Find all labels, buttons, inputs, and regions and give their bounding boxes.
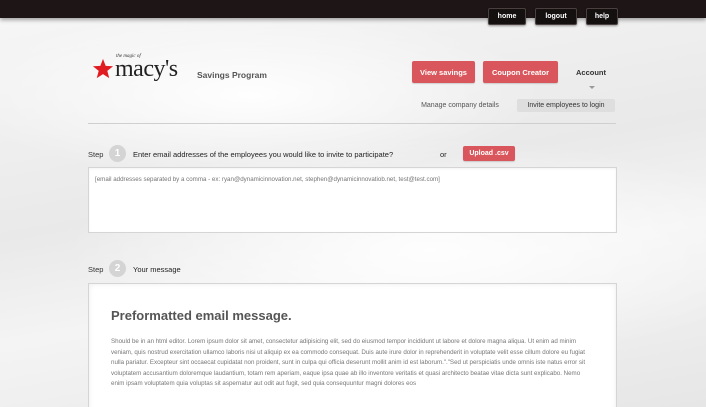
logo-wordmark: macy's (115, 56, 178, 82)
account-menu[interactable]: Account (566, 61, 616, 83)
step1-instructions: Enter email addresses of the employees y… (133, 150, 394, 159)
message-editor[interactable]: Preformatted email message. Should be in… (88, 283, 617, 407)
divider (88, 123, 616, 124)
help-button[interactable]: help (586, 8, 618, 25)
logout-button[interactable]: logout (535, 8, 577, 25)
top-nav: home logout help (488, 8, 618, 25)
subnav-invite-employees[interactable]: Invite employees to login (517, 99, 615, 112)
step1-number-badge: 1 (109, 145, 126, 162)
caret-down-icon (589, 86, 595, 89)
step1-label: Step (88, 150, 104, 159)
subnav-manage-company[interactable]: Manage company details (414, 99, 506, 112)
star-icon (92, 58, 114, 79)
view-savings-button[interactable]: View savings (412, 61, 475, 83)
home-button[interactable]: home (488, 8, 526, 25)
step2-number-badge: 2 (109, 260, 126, 277)
program-title: Savings Program (197, 70, 267, 80)
step2-label: Step (88, 265, 104, 274)
or-text: or (440, 150, 447, 159)
message-title: Preformatted email message. (111, 308, 292, 323)
message-body: Should be in an html editor. Lorem ipsum… (111, 338, 586, 387)
macys-logo[interactable]: the magic of macy's (92, 54, 192, 84)
step2-title: Your message (133, 265, 181, 274)
upload-csv-button[interactable]: Upload .csv (463, 146, 515, 161)
coupon-creator-button[interactable]: Coupon Creator (483, 61, 558, 83)
email-addresses-input[interactable] (88, 167, 617, 233)
